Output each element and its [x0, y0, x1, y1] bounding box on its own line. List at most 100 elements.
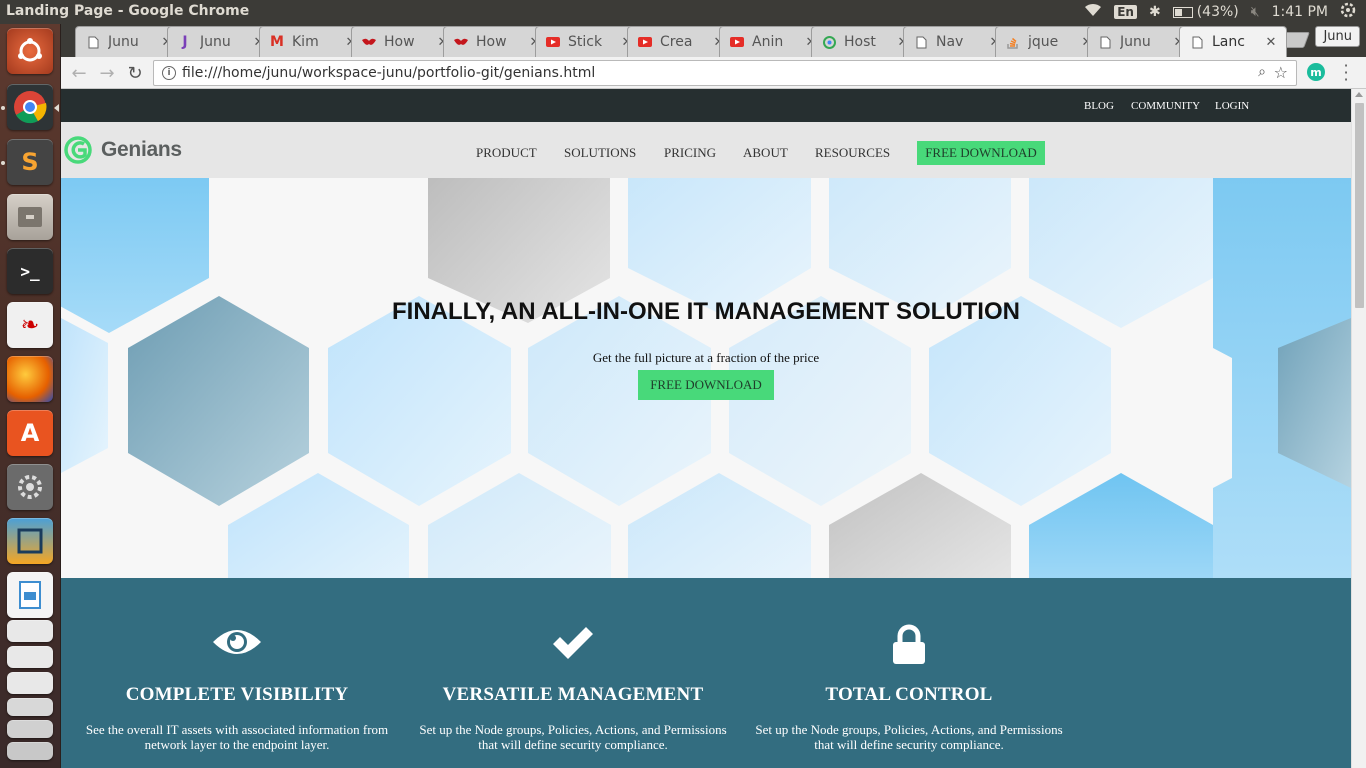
keyboard-language-indicator[interactable]: En	[1114, 5, 1137, 19]
eye-icon	[72, 624, 402, 668]
nav-free-download-button[interactable]: FREE DOWNLOAD	[917, 141, 1045, 165]
community-link[interactable]: COMMUNITY	[1131, 100, 1200, 112]
sublime-text-icon[interactable]: S	[7, 139, 53, 185]
stackoverflow-icon	[1006, 35, 1020, 49]
chrome-menu-icon[interactable]: · · ·	[1341, 58, 1351, 88]
tab-title: jque	[1028, 34, 1059, 50]
software-center-icon[interactable]: A	[7, 410, 53, 456]
nav-about[interactable]: ABOUT	[743, 145, 788, 161]
hero-free-download-button[interactable]: FREE DOWNLOAD	[638, 370, 774, 400]
tab-title: How	[476, 34, 507, 50]
brand-name: Genians	[101, 138, 182, 161]
tab-title: How	[384, 34, 415, 50]
running-indicator	[1, 106, 5, 110]
clock[interactable]: 1:41 PM	[1272, 4, 1328, 20]
tab-title: Stick	[568, 34, 603, 50]
tab-title: Junu	[1120, 34, 1151, 50]
back-arrow-icon[interactable]: ←	[68, 62, 90, 84]
utility-bar: BLOG COMMUNITY LOGIN	[61, 89, 1351, 122]
genians-logo[interactable]: Genians	[64, 136, 182, 164]
scroll-up-arrow-icon[interactable]	[1355, 92, 1363, 97]
checkmark-icon	[408, 624, 738, 668]
stacked-apps-icon[interactable]	[7, 698, 53, 716]
launcher-sidebar: S >_ ❧ A	[0, 24, 61, 768]
address-bar-url: file:///home/junu/workspace-junu/portfol…	[182, 65, 596, 81]
feature-title: VERSATILE MANAGEMENT	[442, 684, 704, 705]
nav-solutions[interactable]: SOLUTIONS	[564, 145, 636, 161]
red-bird-icon	[454, 35, 468, 49]
login-link[interactable]: LOGIN	[1215, 100, 1249, 112]
stacked-apps-icon[interactable]	[7, 720, 53, 738]
focused-indicator	[54, 104, 59, 112]
wifi-icon[interactable]	[1084, 3, 1102, 21]
battery-percentage: (43%)	[1196, 4, 1239, 20]
gmail-icon: M	[270, 34, 284, 50]
tab-title: Anin	[752, 34, 784, 50]
lock-icon	[744, 624, 1074, 668]
battery-indicator[interactable]: (43%)	[1172, 4, 1239, 20]
nav-pricing[interactable]: PRICING	[664, 145, 716, 161]
nav-product[interactable]: PRODUCT	[476, 145, 537, 161]
libreoffice-calc-icon[interactable]	[7, 620, 53, 642]
google-drive-icon	[822, 35, 836, 49]
document-viewer-icon[interactable]: ❧	[7, 302, 53, 348]
feature-description: Set up the Node groups, Policies, Action…	[755, 722, 1063, 752]
power-gear-icon[interactable]	[1340, 2, 1356, 22]
document-icon	[1190, 35, 1204, 49]
running-indicator	[1, 161, 5, 165]
feature-description: See the overall IT assets with associate…	[85, 722, 389, 752]
tab-title: Crea	[660, 34, 693, 50]
feature-title: COMPLETE VISIBILITY	[125, 684, 349, 705]
address-bar[interactable]: i file:///home/junu/workspace-junu/portf…	[153, 60, 1297, 86]
volume-muted-icon[interactable]: 🔇︎	[1251, 4, 1260, 20]
extension-icon[interactable]: m	[1307, 63, 1325, 81]
forward-arrow-icon[interactable]: →	[96, 62, 118, 84]
system-settings-icon[interactable]	[7, 464, 53, 510]
profile-button[interactable]: Junu	[1315, 26, 1360, 47]
features-section: COMPLETE VISIBILITY See the overall IT a…	[61, 578, 1351, 768]
browser-tab-active[interactable]: Lanc ✕	[1179, 26, 1287, 57]
reload-icon[interactable]: ↻	[124, 62, 146, 84]
genians-logo-mark	[64, 136, 92, 164]
document-icon	[1098, 35, 1112, 49]
browser-tab-strip: Junu ✕ J Junu ✕ M Kim ✕ How ✕ How ✕ Stic…	[61, 24, 1366, 57]
document-icon	[86, 35, 100, 49]
j-logo-icon: J	[182, 34, 188, 50]
feature-title: TOTAL CONTROL	[825, 684, 993, 705]
tab-title: Junu	[108, 34, 139, 50]
site-info-icon[interactable]: i	[162, 66, 176, 80]
amazon-icon[interactable]	[7, 646, 53, 668]
tab-title: Junu	[200, 34, 231, 50]
tab-title: Kim	[292, 34, 319, 50]
scrollbar-thumb[interactable]	[1355, 103, 1364, 308]
document-icon	[914, 35, 928, 49]
youtube-icon	[546, 35, 560, 49]
firefox-icon[interactable]	[7, 356, 53, 402]
files-icon[interactable]	[7, 194, 53, 240]
chrome-launcher-icon[interactable]	[7, 84, 53, 130]
stacked-apps-icon[interactable]	[7, 742, 53, 760]
close-tab-icon[interactable]: ✕	[1264, 35, 1278, 50]
hero-section: FINALLY, AN ALL-IN-ONE IT MANAGEMENT SOL…	[61, 178, 1351, 578]
page-viewport: BLOG COMMUNITY LOGIN Genians PRODUCT SOL…	[61, 89, 1351, 768]
hero-title: FINALLY, AN ALL-IN-ONE IT MANAGEMENT SOL…	[392, 298, 1020, 325]
ubuntu-dash-icon[interactable]	[7, 28, 53, 74]
red-bird-icon	[362, 35, 376, 49]
main-navigation: Genians PRODUCT SOLUTIONS PRICING ABOUT …	[61, 122, 1351, 178]
page-scrollbar[interactable]	[1351, 89, 1366, 768]
zoom-magnifier-icon[interactable]: ⌕	[1258, 64, 1266, 80]
virtualbox-icon[interactable]	[7, 518, 53, 564]
hero-subtitle: Get the full picture at a fraction of th…	[592, 350, 820, 365]
youtube-icon	[638, 35, 652, 49]
bluetooth-icon[interactable]: ✱	[1149, 4, 1161, 20]
tab-title: Nav	[936, 34, 964, 50]
bookmark-star-icon[interactable]: ☆	[1274, 63, 1288, 82]
tab-title: Lanc	[1212, 34, 1245, 50]
stacked-apps-icon[interactable]	[7, 672, 53, 694]
browser-toolbar: ← → ↻ i file:///home/junu/workspace-junu…	[61, 57, 1366, 89]
blog-link[interactable]: BLOG	[1084, 100, 1114, 112]
libreoffice-writer-icon[interactable]	[7, 572, 53, 618]
terminal-icon[interactable]: >_	[7, 248, 53, 294]
nav-resources[interactable]: RESOURCES	[815, 145, 890, 161]
tab-title: Host	[844, 34, 876, 50]
